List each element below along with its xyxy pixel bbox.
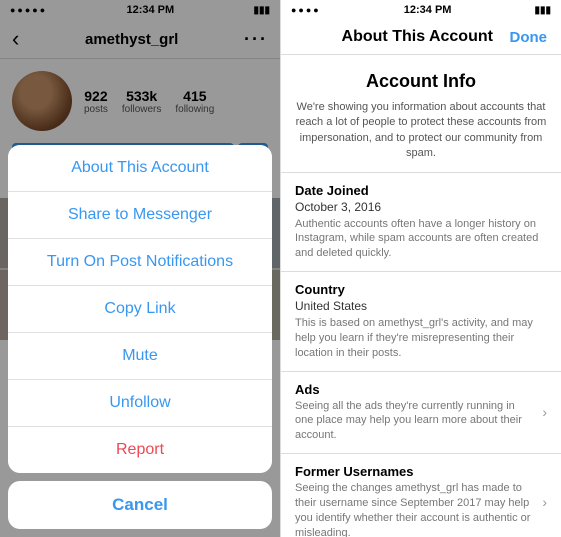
- action-post-notifications[interactable]: Turn On Post Notifications: [8, 239, 272, 286]
- account-info-desc: We're showing you information about acco…: [295, 100, 547, 162]
- action-mute[interactable]: Mute: [8, 333, 272, 380]
- date-joined-desc: Authentic accounts often have a longer h…: [295, 217, 547, 262]
- ads-title: Ads: [295, 382, 534, 397]
- date-joined-value: October 3, 2016: [295, 200, 547, 214]
- info-row-former-usernames[interactable]: Former Usernames Seeing the changes amet…: [281, 454, 561, 537]
- ads-desc: Seeing all the ads they're currently run…: [295, 399, 534, 444]
- chevron-icon-usernames: ›: [542, 494, 547, 510]
- status-bar-right: ●●●● 12:34 PM ▮▮▮: [281, 0, 561, 20]
- left-panel: ●●●●● 12:34 PM ▮▮▮ ‹ amethyst_grl ··· 92…: [0, 0, 280, 537]
- former-usernames-title: Former Usernames: [295, 464, 534, 479]
- time-right: 12:34 PM: [404, 4, 452, 16]
- info-row-country: Country United States This is based on a…: [281, 272, 561, 372]
- account-info-title: Account Info: [295, 71, 547, 92]
- former-usernames-desc: Seeing the changes amethyst_grl has made…: [295, 481, 534, 537]
- cancel-button[interactable]: Cancel: [8, 481, 272, 529]
- signal-dots-right: ●●●●: [291, 5, 321, 15]
- info-row-ads[interactable]: Ads Seeing all the ads they're currently…: [281, 372, 561, 455]
- action-copy-link[interactable]: Copy Link: [8, 286, 272, 333]
- date-joined-title: Date Joined: [295, 183, 547, 198]
- country-desc: This is based on amethyst_grl's activity…: [295, 316, 547, 361]
- action-report[interactable]: Report: [8, 427, 272, 473]
- info-row-date-joined: Date Joined October 3, 2016 Authentic ac…: [281, 173, 561, 273]
- country-title: Country: [295, 282, 547, 297]
- account-info-section: Account Info We're showing you informati…: [281, 55, 561, 173]
- right-nav-bar: About This Account Done: [281, 20, 561, 55]
- action-sheet-overlay: About This Account Share to Messenger Tu…: [0, 0, 280, 537]
- done-button[interactable]: Done: [510, 29, 548, 46]
- battery-right: ▮▮▮: [534, 5, 551, 16]
- right-nav-title: About This Account: [325, 28, 510, 46]
- right-panel: ●●●● 12:34 PM ▮▮▮ About This Account Don…: [280, 0, 561, 537]
- action-sheet: About This Account Share to Messenger Tu…: [8, 145, 272, 473]
- country-value: United States: [295, 299, 547, 313]
- action-share-messenger[interactable]: Share to Messenger: [8, 192, 272, 239]
- action-about-account[interactable]: About This Account: [8, 145, 272, 192]
- action-unfollow[interactable]: Unfollow: [8, 380, 272, 427]
- chevron-icon-ads: ›: [542, 404, 547, 420]
